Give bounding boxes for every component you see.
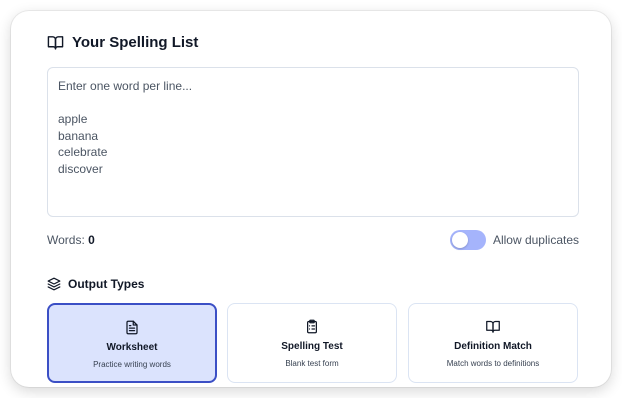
word-count-value: 0: [88, 233, 95, 247]
layers-icon: [47, 277, 61, 291]
output-types-header: Output Types: [47, 277, 144, 291]
file-text-icon: [125, 320, 140, 335]
allow-duplicates-label: Allow duplicates: [492, 233, 579, 247]
option-title: Worksheet: [106, 342, 158, 353]
book-open-icon: [47, 34, 64, 51]
option-title: Definition Match: [454, 341, 532, 352]
option-description: Practice writing words: [93, 360, 171, 369]
output-option-definition-match[interactable]: Definition Match Match words to definiti…: [408, 303, 578, 383]
spelling-list-header: Your Spelling List: [47, 34, 198, 51]
allow-duplicates-toggle[interactable]: [449, 230, 486, 250]
option-description: Match words to definitions: [446, 359, 540, 368]
allow-duplicates-row[interactable]: Allow duplicates: [449, 230, 579, 250]
spelling-list-card: Your Spelling List Enter one word per li…: [11, 11, 611, 387]
word-count: Words: 0: [47, 233, 95, 247]
output-option-worksheet[interactable]: Worksheet Practice writing words: [47, 303, 217, 383]
output-option-spelling-test[interactable]: Spelling Test Blank test form: [227, 303, 397, 383]
clipboard-list-icon: [305, 319, 320, 334]
output-types-title: Output Types: [68, 277, 145, 291]
toggle-knob: [451, 232, 468, 248]
book-open-icon: [486, 319, 501, 334]
spelling-list-title: Your Spelling List: [72, 34, 199, 51]
word-list-container: Enter one word per line... apple banana …: [47, 67, 579, 217]
word-list-textarea[interactable]: Enter one word per line... apple banana …: [48, 68, 578, 216]
option-description: Blank test form: [285, 359, 339, 368]
word-count-label: Words:: [47, 233, 85, 247]
option-title: Spelling Test: [281, 341, 343, 352]
